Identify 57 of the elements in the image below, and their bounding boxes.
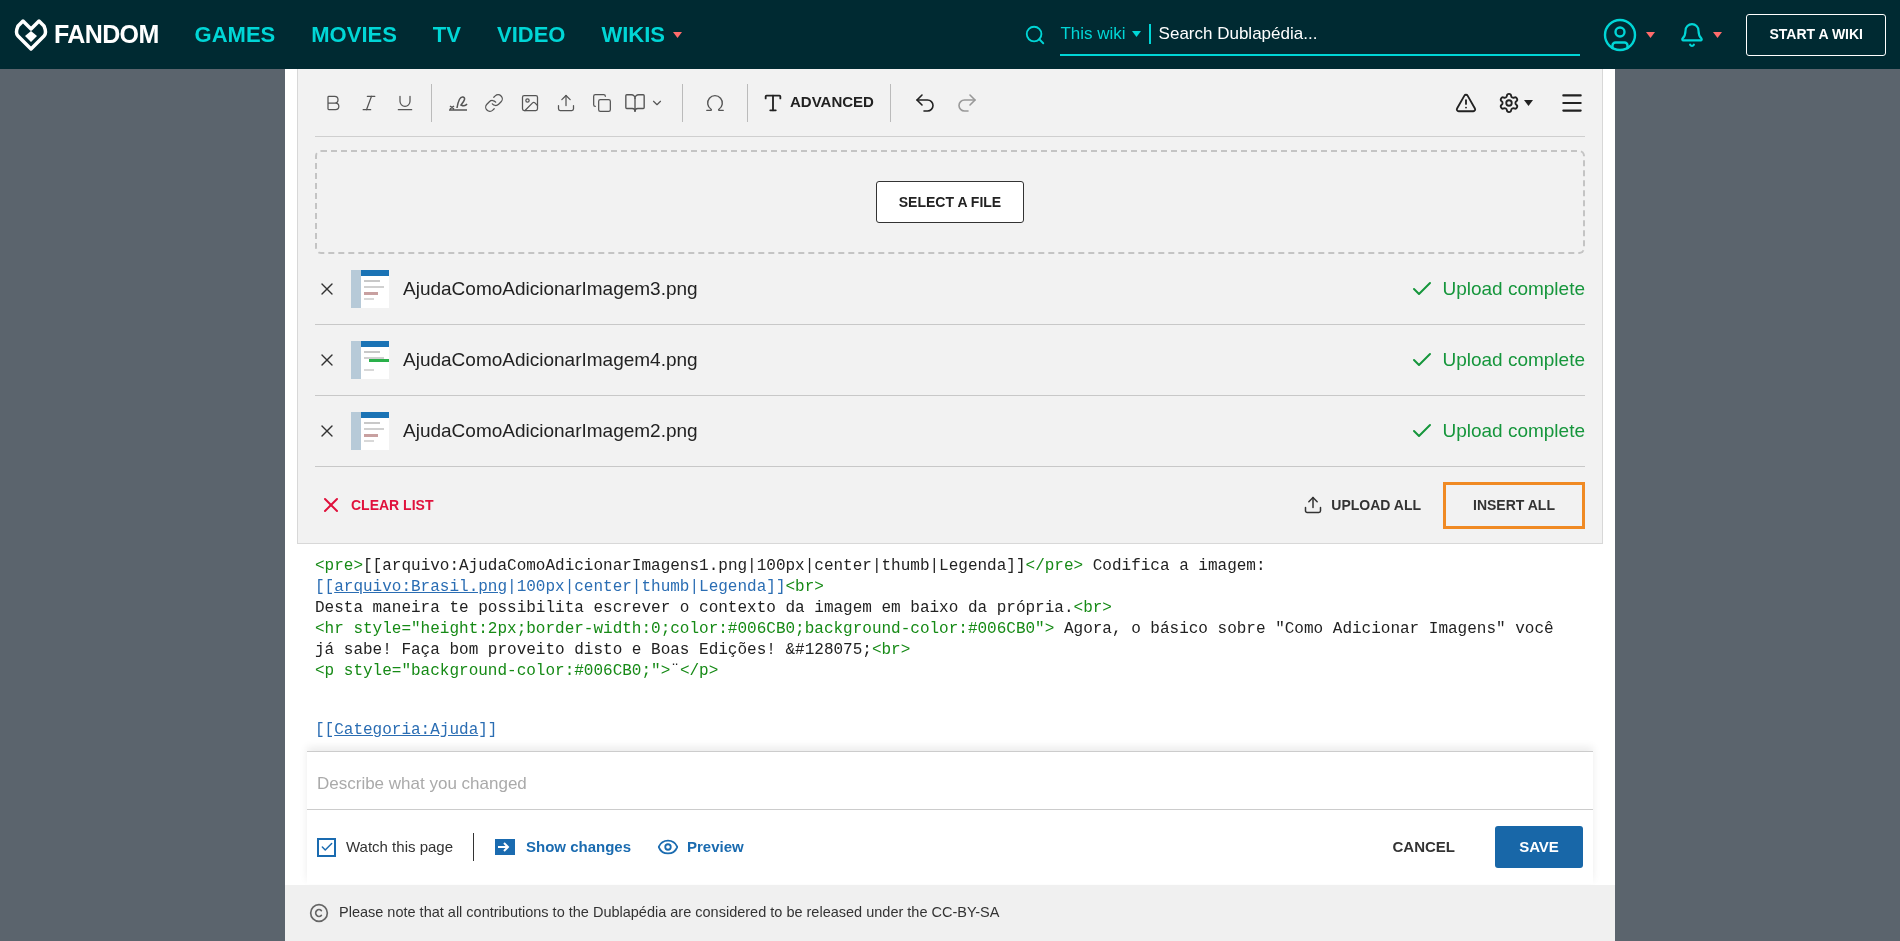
caret-icon [1713, 31, 1723, 38]
license-notice: Please note that all contributions to the Dublapédia are considered to be released under the CC-BY-SA [339, 903, 1000, 923]
file-name: AjudaComoAdicionarImagem2.png [403, 418, 698, 443]
upload-all-button[interactable]: UPLOAD ALL [1303, 494, 1421, 516]
search-field[interactable]: This wiki Search Dublapédia... [1060, 13, 1581, 56]
settings-icon [1498, 91, 1520, 114]
upload-status: Upload complete [1442, 276, 1585, 301]
warning-icon [1455, 91, 1477, 114]
cancel-button[interactable]: CANCEL [1392, 835, 1455, 859]
upload-status: Upload complete [1442, 418, 1585, 443]
notifications-icon[interactable] [1679, 21, 1706, 48]
nav-link[interactable]: VIDEO [496, 18, 566, 51]
image-icon [520, 92, 540, 113]
copyright-icon [309, 903, 329, 923]
caret-icon [673, 31, 682, 38]
check-icon [319, 840, 334, 854]
nav-link[interactable]: WIKIS [601, 18, 682, 51]
upload-status: Upload complete [1442, 347, 1585, 372]
save-button[interactable]: SAVE [1495, 826, 1583, 868]
link-icon [484, 92, 504, 113]
upload-icon [556, 92, 576, 113]
caret-icon [1646, 31, 1656, 38]
nav-link[interactable]: TV [432, 18, 461, 51]
user-icon[interactable] [1602, 16, 1639, 53]
caret-icon [1131, 30, 1141, 37]
show-changes-button[interactable]: Show changes [494, 835, 632, 859]
insert-all-button[interactable]: INSERT ALL [1443, 481, 1585, 529]
gallery-icon [592, 92, 612, 113]
code-line: [[arquivo:Brasil.png|100px|center|thumb|Legenda]]<br> [315, 577, 825, 598]
drop-zone[interactable]: SELECT A FILE [315, 150, 1585, 254]
file-name: AjudaComoAdicionarImagem4.png [403, 347, 698, 372]
logo-text[interactable]: FANDOM [54, 15, 159, 54]
code-line: <p style="background-color:#006CB0;">¨</p> [315, 661, 720, 682]
upload-icon [1303, 495, 1324, 515]
preview-button[interactable]: Preview [657, 835, 744, 859]
logo-icon [14, 17, 48, 52]
search-scope[interactable]: This wiki [1060, 20, 1141, 47]
code-line: <hr style="height:2px;border-width:0;color:#006CB0;background-color:#006CB0"> Agora, o básico sobre "Como Adicionar Imagens" você [315, 619, 1555, 640]
arrow-box-icon [494, 838, 516, 856]
checkbox[interactable] [317, 837, 336, 857]
code-line: [[Categoria:Ajuda]] [315, 720, 499, 741]
file-name: AjudaComoAdicionarImagem3.png [403, 276, 698, 301]
nav-link[interactable]: GAMES [194, 18, 276, 51]
settings-button[interactable] [1498, 91, 1533, 114]
book-icon [624, 91, 646, 114]
search-icon[interactable] [1024, 23, 1047, 46]
caret-icon [1524, 99, 1533, 106]
code-line: já sabe! Faça bom proveito disto e Boas Edições! &#128075;<br> [315, 640, 912, 661]
code-line: <pre>[[arquivo:AjudaComoAdicionarImagens1.png|100px|center|thumb|Legenda]]</pre> Codifica a imagem: [315, 556, 1267, 577]
watch-checkbox[interactable]: Watch this page [317, 835, 453, 859]
start-wiki-button[interactable]: START A WIKI [1746, 13, 1886, 56]
nav-link[interactable]: MOVIES [311, 18, 397, 51]
code-line: Desta maneira te possibilita escrever o contexto da imagem em baixo da própria.<br> [315, 598, 1113, 619]
clear-list-button[interactable]: CLEAR LIST [319, 493, 434, 517]
select-file-button[interactable]: SELECT A FILE [875, 181, 1025, 223]
summary-field[interactable]: Describe what you changed [307, 752, 1593, 810]
advanced-button[interactable]: ADVANCED [762, 91, 874, 114]
